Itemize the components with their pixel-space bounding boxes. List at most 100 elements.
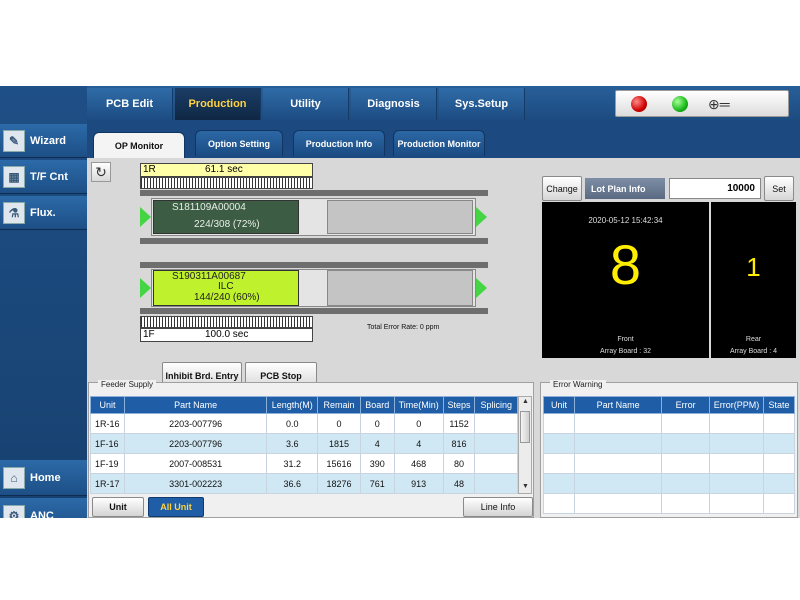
table-row (543, 433, 795, 454)
sidebar-item-tf-cnt[interactable]: ▦ T/F Cnt (0, 160, 87, 194)
error-warning-table: Unit Part Name Error Error(PPM) State (543, 396, 795, 514)
rear-in-arrow-icon (140, 207, 151, 227)
front-board: S190311A00687 ILC 144/240 (60%) (153, 270, 299, 306)
sidebar-item-label: T/F Cnt (30, 170, 68, 183)
sidebar-item-label: Home (30, 471, 61, 484)
front-rail-bottom (140, 308, 488, 314)
col-error: Error (661, 396, 711, 414)
front-counter-display: 2020-05-12 15:42:34 8 Front Array Board … (542, 202, 709, 358)
sidebar-item-label: ANC (30, 509, 54, 519)
rear-rail-bottom (140, 238, 488, 244)
start-lamp-icon[interactable] (672, 96, 688, 112)
unit-button[interactable]: Unit (92, 497, 144, 517)
line-info-button[interactable]: Line Info (463, 497, 533, 517)
flux-icon: ⚗ (3, 201, 25, 224)
tab-diagnosis[interactable]: Diagnosis (351, 88, 437, 120)
rear-time-value: 61.1 sec (205, 164, 243, 175)
front-lane-label: 1F (143, 329, 155, 340)
col-splicing: Splicing (474, 396, 518, 414)
col-part-name: Part Name (573, 396, 663, 414)
nozzle-tool-icon[interactable]: ⊕═ (708, 94, 738, 114)
feeder-scrollbar[interactable]: ▲ ▼ (518, 396, 532, 494)
front-array-board: Array Board : 32 (600, 348, 651, 355)
home-icon: ⌂ (3, 466, 25, 489)
front-count-label: Front (617, 336, 634, 343)
top-navigation: PCB Edit Production Utility Diagnosis Sy… (87, 86, 800, 120)
table-row (543, 453, 795, 474)
rear-board-progress: 224/308 (72%) (194, 219, 260, 230)
col-part-name: Part Name (123, 396, 268, 414)
sidebar-item-anc[interactable]: ⚙ ANC (0, 498, 87, 518)
table-row (543, 413, 795, 434)
rear-count-label: Rear (745, 336, 762, 343)
rear-timer-stripes (140, 177, 313, 189)
subtab-bar: OP Monitor Option Setting Production Inf… (87, 120, 800, 158)
rear-board: S181109A00004 224/308 (72%) (153, 200, 299, 234)
rear-array-board: Array Board : 4 (729, 348, 778, 355)
col-time: Time(Min) (393, 396, 444, 414)
front-board-id: S190311A00687 (172, 271, 246, 282)
front-board-progress: 144/240 (60%) (194, 292, 260, 303)
front-time-value: 100.0 sec (205, 329, 249, 340)
col-unit: Unit (90, 396, 125, 414)
app-window: ✎ Wizard ▦ T/F Cnt ⚗ Flux. ⌂ Home ⚙ ANC … (0, 86, 800, 518)
rear-counter-display: 1 Rear Array Board : 4 (711, 202, 796, 358)
table-row (543, 473, 795, 494)
sidebar-item-wizard[interactable]: ✎ Wizard (0, 124, 87, 158)
refresh-icon[interactable]: ↻ (91, 162, 111, 182)
front-in-arrow-icon (140, 278, 151, 298)
tab-pcb-edit[interactable]: PCB Edit (87, 88, 173, 120)
tab-sys-setup[interactable]: Sys.Setup (439, 88, 525, 120)
sidebar-item-label: Wizard (30, 134, 66, 147)
rear-board-slot (327, 200, 473, 234)
col-remain: Remain (317, 396, 361, 414)
subtab-option-setting[interactable]: Option Setting (195, 130, 283, 156)
subtab-op-monitor[interactable]: OP Monitor (93, 132, 185, 158)
machine-status-panel: ⊕═ (615, 90, 789, 117)
lot-plan-input[interactable]: 10000 (669, 178, 761, 199)
rear-lane-label: 1R (143, 164, 156, 175)
front-out-arrow-icon (476, 278, 487, 298)
table-row[interactable]: 1R-17 3301-002223 36.6 18276 761 913 48 (90, 473, 518, 494)
subtab-production-info[interactable]: Production Info (293, 130, 385, 156)
sidebar: ✎ Wizard ▦ T/F Cnt ⚗ Flux. ⌂ Home ⚙ ANC (0, 86, 87, 518)
all-unit-button[interactable]: All Unit (148, 497, 204, 517)
subtab-production-monitor[interactable]: Production Monitor (393, 130, 485, 156)
tab-production[interactable]: Production (175, 88, 261, 120)
col-unit: Unit (543, 396, 575, 414)
scroll-down-icon[interactable]: ▼ (522, 483, 529, 490)
table-row (543, 493, 795, 514)
table-row[interactable]: 1F-19 2007-008531 31.2 15616 390 468 80 (90, 453, 518, 474)
lot-plan-info-label: Lot Plan Info (585, 178, 665, 199)
rear-timer: 1R 61.1 sec (140, 163, 313, 177)
feeder-supply-title: Feeder Supply (98, 380, 157, 389)
front-rail-top (140, 262, 488, 268)
table-row[interactable]: 1F-16 2203-007796 3.6 1815 4 4 816 (90, 433, 518, 454)
front-timer: 1F 100.0 sec (140, 328, 313, 342)
table-row[interactable]: 1R-16 2203-007796 0.0 0 0 0 1152 (90, 413, 518, 434)
scroll-up-icon[interactable]: ▲ (522, 398, 529, 405)
rear-out-arrow-icon (476, 207, 487, 227)
front-count-value: 8 (609, 233, 642, 296)
sidebar-item-flux[interactable]: ⚗ Flux. (0, 196, 87, 230)
change-button[interactable]: Change (542, 176, 582, 201)
rear-rail-top (140, 190, 488, 196)
col-state: State (763, 396, 795, 414)
front-board-sub: ILC (218, 281, 234, 292)
sidebar-item-home[interactable]: ⌂ Home (0, 460, 87, 496)
sidebar-item-label: Flux. (30, 206, 56, 219)
total-error-rate: Total Error Rate: 0 ppm (367, 324, 440, 331)
set-button[interactable]: Set (764, 176, 794, 201)
stop-lamp-icon[interactable] (631, 96, 647, 112)
feeder-table: Unit Part Name Length(M) Remain Board Ti… (90, 396, 518, 494)
wand-icon: ✎ (3, 129, 25, 152)
col-steps: Steps (442, 396, 476, 414)
front-timer-stripes (140, 316, 313, 328)
anc-icon: ⚙ (3, 504, 25, 518)
rear-count-value: 1 (746, 252, 761, 282)
tab-utility[interactable]: Utility (263, 88, 349, 120)
front-board-slot (327, 270, 473, 306)
col-length: Length(M) (266, 396, 319, 414)
scroll-thumb[interactable] (520, 411, 530, 443)
col-error-ppm: Error(PPM) (709, 396, 765, 414)
